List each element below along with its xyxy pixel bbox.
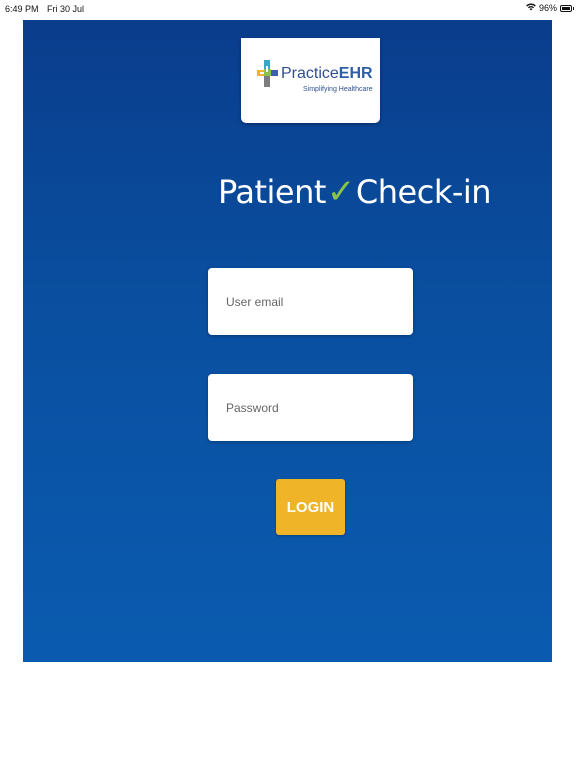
brand-prefix: Practice	[281, 65, 339, 82]
brand-suffix: EHR	[338, 65, 373, 82]
logo-card: PracticeEHR Simplifying Healthcare	[241, 38, 380, 123]
email-field[interactable]	[208, 268, 413, 335]
status-date: Fri 30 Jul	[47, 4, 85, 14]
wifi-icon	[526, 3, 536, 13]
brand-name: PracticeEHR	[281, 65, 373, 83]
status-left: 6:49 PM Fri 30 Jul	[5, 4, 84, 14]
practice-ehr-logo-icon	[257, 60, 279, 96]
page-title: Patient✓Check-in	[218, 172, 492, 212]
battery-percent: 96%	[538, 3, 557, 13]
title-patient: Patient	[218, 173, 326, 211]
battery-icon	[560, 4, 574, 12]
password-field-container	[208, 374, 413, 441]
status-right: 96%	[526, 3, 574, 13]
email-field-container	[208, 268, 413, 335]
checkmark-icon: ✓	[326, 172, 356, 212]
password-field[interactable]	[208, 374, 413, 441]
login-button[interactable]: LOGIN	[276, 479, 345, 535]
status-bar: 6:49 PM Fri 30 Jul 96%	[0, 0, 576, 18]
status-time: 6:49 PM	[5, 4, 39, 14]
title-check-in: Check-in	[355, 173, 492, 211]
login-panel: PracticeEHR Simplifying Healthcare Patie…	[23, 20, 552, 662]
brand-tagline: Simplifying Healthcare	[303, 86, 373, 93]
